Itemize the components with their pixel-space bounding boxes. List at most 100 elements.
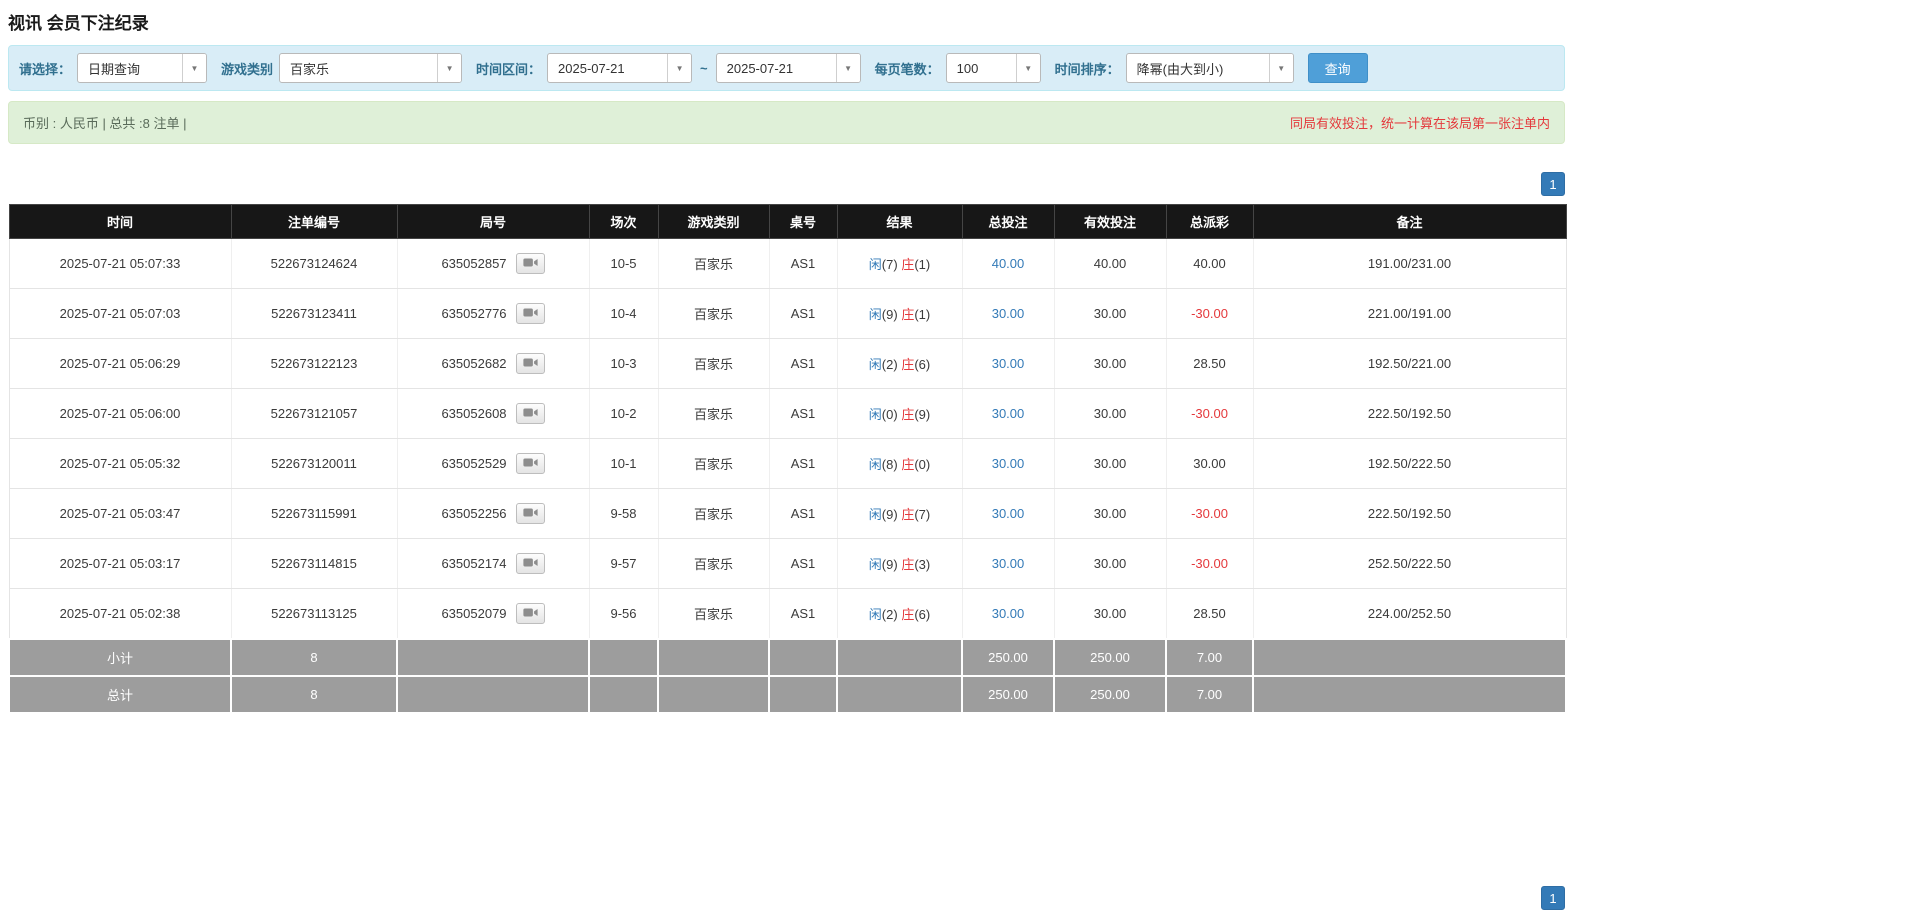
cell-valid-bet: 30.00 [1054, 488, 1167, 539]
payout-value: 30.00 [1193, 456, 1226, 471]
video-camera-icon [522, 356, 538, 371]
cell-remark: 221.00/191.00 [1253, 288, 1567, 339]
chevron-down-icon: ▼ [1015, 54, 1040, 82]
date-range-separator: ~ [700, 60, 708, 76]
summary-bar: 币别 : 人民币 | 总共 :8 注单 | 同局有效投注，统一计算在该局第一张注… [8, 101, 1565, 144]
cell-round-id: 635052857 [397, 238, 590, 289]
col-time: 时间 [8, 204, 232, 239]
total-bet-link[interactable]: 30.00 [992, 556, 1025, 571]
cell-payout: -30.00 [1166, 538, 1254, 589]
summary-notice: 同局有效投注，统一计算在该局第一张注单内 [1289, 116, 1550, 131]
date-to-dropdown[interactable]: 2025-07-21 ▼ [715, 53, 861, 83]
subtotal-empty-cell [1252, 638, 1567, 677]
result-banker-label: 庄 [901, 357, 915, 372]
chevron-down-icon: ▼ [437, 54, 462, 82]
video-replay-button[interactable] [515, 503, 545, 524]
result-banker-points: (3) [914, 557, 931, 572]
video-camera-icon [522, 256, 538, 271]
result-player-label: 闲 [868, 457, 882, 472]
total-bet-link[interactable]: 30.00 [992, 456, 1025, 471]
cell-payout: -30.00 [1166, 488, 1254, 539]
date-from-dropdown[interactable]: 2025-07-21 ▼ [547, 53, 693, 83]
total-valid-bet: 250.00 [1053, 675, 1167, 714]
total-empty-cell [657, 675, 770, 714]
cell-game-type: 百家乐 [658, 288, 770, 339]
cell-session: 9-58 [589, 488, 659, 539]
cell-total-bet: 30.00 [962, 288, 1055, 339]
cell-total-bet: 30.00 [962, 538, 1055, 589]
page-size-label: 每页笔数： [874, 61, 940, 77]
video-camera-icon [522, 606, 538, 621]
cell-valid-bet: 30.00 [1054, 338, 1167, 389]
subtotal-total-bet: 250.00 [961, 638, 1055, 677]
col-round-id: 局号 [396, 204, 590, 239]
payout-value: -30.00 [1191, 506, 1228, 521]
cell-total-bet: 30.00 [962, 588, 1055, 640]
cell-game-type: 百家乐 [658, 588, 770, 640]
page-size-dropdown[interactable]: 100 ▼ [945, 53, 1041, 83]
select-mode-dropdown[interactable]: 日期查询 ▼ [77, 53, 208, 83]
video-replay-button[interactable] [515, 253, 545, 274]
video-replay-button[interactable] [515, 453, 545, 474]
payout-value: -30.00 [1191, 406, 1228, 421]
video-camera-icon [522, 406, 538, 421]
cell-remark: 191.00/231.00 [1253, 238, 1567, 289]
result-player-points: (7) [881, 257, 898, 272]
cell-remark: 192.50/222.50 [1253, 438, 1567, 489]
total-bet-link[interactable]: 30.00 [992, 606, 1025, 621]
cell-session: 10-5 [589, 238, 659, 289]
video-replay-button[interactable] [515, 403, 545, 424]
game-type-dropdown[interactable]: 百家乐 ▼ [279, 53, 463, 83]
select-mode-label: 请选择： [19, 61, 72, 77]
total-bet-link[interactable]: 30.00 [992, 306, 1025, 321]
cell-remark: 252.50/222.50 [1253, 538, 1567, 589]
cell-bet-id: 522673113125 [231, 588, 398, 640]
col-session: 场次 [588, 204, 659, 239]
total-bet-link[interactable]: 40.00 [992, 256, 1025, 271]
video-replay-button[interactable] [515, 353, 545, 374]
page-button-1[interactable]: 1 [1541, 886, 1565, 910]
subtotal-empty-cell [396, 638, 590, 677]
video-replay-button[interactable] [515, 603, 545, 624]
cell-round-id: 635052174 [397, 538, 590, 589]
cell-table: AS1 [769, 238, 838, 289]
cell-payout: -30.00 [1166, 388, 1254, 439]
time-sort-dropdown[interactable]: 降幂(由大到小) ▼ [1125, 53, 1294, 83]
total-bet-link[interactable]: 30.00 [992, 356, 1025, 371]
col-game-type: 游戏类别 [657, 204, 770, 239]
cell-total-bet: 30.00 [962, 388, 1055, 439]
page-button-1[interactable]: 1 [1541, 172, 1565, 196]
cell-game-type: 百家乐 [658, 388, 770, 439]
cell-total-bet: 30.00 [962, 438, 1055, 489]
table-header: 时间 注单编号 局号 场次 游戏类别 桌号 结果 总投注 有效投注 总派彩 备注 [8, 204, 1567, 239]
video-replay-button[interactable] [515, 303, 545, 324]
cell-round-id: 635052079 [397, 588, 590, 640]
total-bet-link[interactable]: 30.00 [992, 506, 1025, 521]
table-row: 2025-07-21 05:07:03 522673123411 635052776… [8, 288, 1567, 339]
round-id-text: 635052256 [441, 506, 507, 521]
cell-bet-id: 522673114815 [231, 538, 398, 589]
table-row: 2025-07-21 05:03:17 522673114815 635052174… [8, 538, 1567, 589]
video-replay-button[interactable] [515, 553, 545, 574]
pagination-top: 1 [8, 172, 1565, 196]
cell-round-id: 635052256 [397, 488, 590, 539]
total-bet-link[interactable]: 30.00 [992, 406, 1025, 421]
cell-time: 2025-07-21 05:05:32 [8, 438, 232, 489]
cell-result: 闲(7) 庄(1) [837, 238, 963, 289]
game-type-label: 游戏类别 [221, 61, 274, 77]
cell-result: 闲(0) 庄(9) [837, 388, 963, 439]
round-id-text: 635052857 [441, 256, 507, 271]
cell-bet-id: 522673122123 [231, 338, 398, 389]
payout-value: -30.00 [1191, 306, 1228, 321]
total-empty-cell [768, 675, 838, 714]
subtotal-empty-cell [768, 638, 838, 677]
date-to-value: 2025-07-21 [726, 60, 794, 76]
cell-total-bet: 40.00 [962, 238, 1055, 289]
cell-session: 9-57 [589, 538, 659, 589]
col-payout: 总派彩 [1165, 204, 1254, 239]
subtotal-payout: 7.00 [1165, 638, 1254, 677]
cell-session: 10-3 [589, 338, 659, 389]
search-button[interactable]: 查询 [1307, 53, 1368, 83]
cell-bet-id: 522673120011 [231, 438, 398, 489]
cell-game-type: 百家乐 [658, 488, 770, 539]
